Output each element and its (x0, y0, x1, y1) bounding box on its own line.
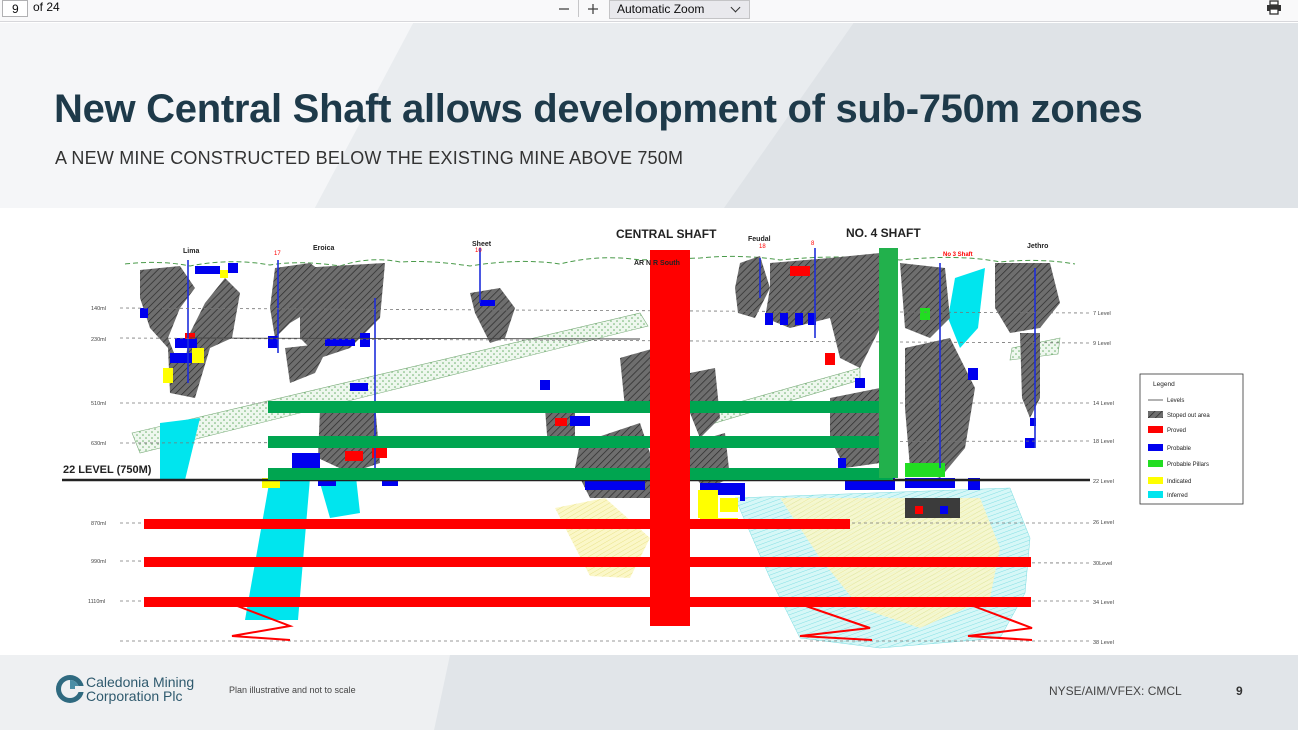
slide-title: New Central Shaft allows development of … (54, 87, 1143, 131)
ore-body-number: 17 (274, 251, 281, 257)
depth-label: 990ml (91, 559, 106, 565)
legend-swatch-proved (1148, 426, 1163, 433)
company-name-line2: Corporation Plc (86, 688, 183, 704)
ore-body-number: 18 (759, 244, 766, 250)
level-label: 18 Level (1093, 439, 1114, 445)
ore-body-number: 10 (475, 248, 482, 254)
legend-swatch-inferred (1148, 491, 1163, 498)
slide-footer: Caledonia Mining Corporation Plc Plan il… (0, 655, 1298, 730)
existing-development (268, 401, 893, 480)
legend-swatch-probable (1148, 444, 1163, 451)
slide-subtitle: A NEW MINE CONSTRUCTED BELOW THE EXISTIN… (55, 148, 684, 168)
legend-label: Levels (1167, 398, 1184, 404)
company-name-line1: Caledonia Mining (86, 674, 195, 690)
ore-body-label: Lima (183, 248, 199, 255)
scale-note: Plan illustrative and not to scale (229, 685, 356, 695)
depth-label: 230ml (91, 337, 106, 343)
page-count-label: of 24 (33, 0, 60, 14)
level-label: 9 Level (1093, 341, 1111, 347)
legend-swatch-stoped (1148, 411, 1163, 418)
depth-label: 510ml (91, 401, 106, 407)
level-labels: 7 Level 9 Level 14 Level 18 Level 22 Lev… (1093, 311, 1114, 646)
level-label: 22 Level (1093, 479, 1114, 485)
central-shaft-label: CENTRAL SHAFT (616, 227, 717, 241)
inferred-zone (948, 268, 985, 348)
zoom-select[interactable]: Automatic Zoom (609, 0, 750, 19)
legend-label: Probable Pillars (1167, 462, 1209, 468)
depth-label: 870ml (91, 521, 106, 527)
plus-icon (588, 3, 598, 14)
legend-label: Probable (1167, 446, 1192, 452)
company-name: Caledonia Mining Corporation Plc (86, 675, 194, 703)
legend-label: Proved (1167, 428, 1186, 434)
depth-labels: 140ml 230ml 510ml 630ml 870ml 990ml 1110… (88, 306, 106, 605)
zoom-select-value: Automatic Zoom (617, 2, 705, 16)
stock-ticker: NYSE/AIM/VFEX: CMCL (1049, 684, 1182, 698)
printer-icon (1267, 0, 1281, 15)
page-number-input[interactable]: 9 (2, 0, 28, 17)
ore-body-number: 8 (811, 241, 815, 247)
level-label: 14 Level (1093, 401, 1114, 407)
ore-body-label: Sheet (472, 241, 492, 248)
depth-label: 630ml (91, 441, 106, 447)
level-label: 26 Level (1093, 520, 1114, 526)
zoom-out-button[interactable] (553, 0, 575, 17)
mine-section-diagram: CENTRAL SHAFT NO. 4 SHAFT 22 LEVEL (750M… (62, 226, 1244, 649)
level-label: 7 Level (1093, 311, 1111, 317)
legend-swatch-pillars (1148, 460, 1163, 467)
slide-page-number: 9 (1236, 684, 1243, 698)
level-label: 34 Level (1093, 600, 1114, 606)
ore-body-label: Eroica (313, 245, 335, 252)
ore-body-label: Jethro (1027, 243, 1048, 250)
print-button[interactable] (1266, 0, 1284, 16)
legend-label: Indicated (1167, 479, 1191, 485)
level-label: 38 Level (1093, 640, 1114, 646)
slide-header: New Central Shaft allows development of … (0, 23, 1298, 208)
depth-label: 140ml (91, 306, 106, 312)
no4-shaft (879, 248, 898, 478)
depth-label: 1110ml (88, 599, 105, 605)
legend-swatch-indicated (1148, 477, 1163, 484)
level-22-label: 22 LEVEL (750M) (63, 464, 152, 476)
ore-body-label: Feudal (748, 236, 771, 243)
legend-label: Stoped out area (1167, 413, 1210, 419)
chevron-down-icon (730, 2, 741, 13)
no3-shaft-label: No 3 Shaft (943, 252, 973, 258)
minus-icon (559, 7, 569, 10)
surface-line (124, 255, 1076, 267)
slide-page: New Central Shaft allows development of … (0, 23, 1298, 730)
no4-shaft-label: NO. 4 SHAFT (846, 226, 921, 240)
legend: Legend Levels Stoped out area Proved Pro… (1139, 373, 1244, 505)
legend-label: Inferred (1167, 493, 1188, 499)
legend-title: Legend (1153, 381, 1175, 388)
pdf-toolbar: 9 of 24 Automatic Zoom (0, 0, 1298, 22)
inferred-zone (160, 418, 200, 480)
zoom-separator (578, 0, 579, 17)
caledonia-logo-icon (56, 675, 85, 703)
central-shaft (650, 250, 690, 626)
level-label: 30Level (1093, 561, 1112, 567)
diagram-sublabel: AR N R South (634, 260, 680, 267)
zoom-in-button[interactable] (582, 0, 604, 17)
